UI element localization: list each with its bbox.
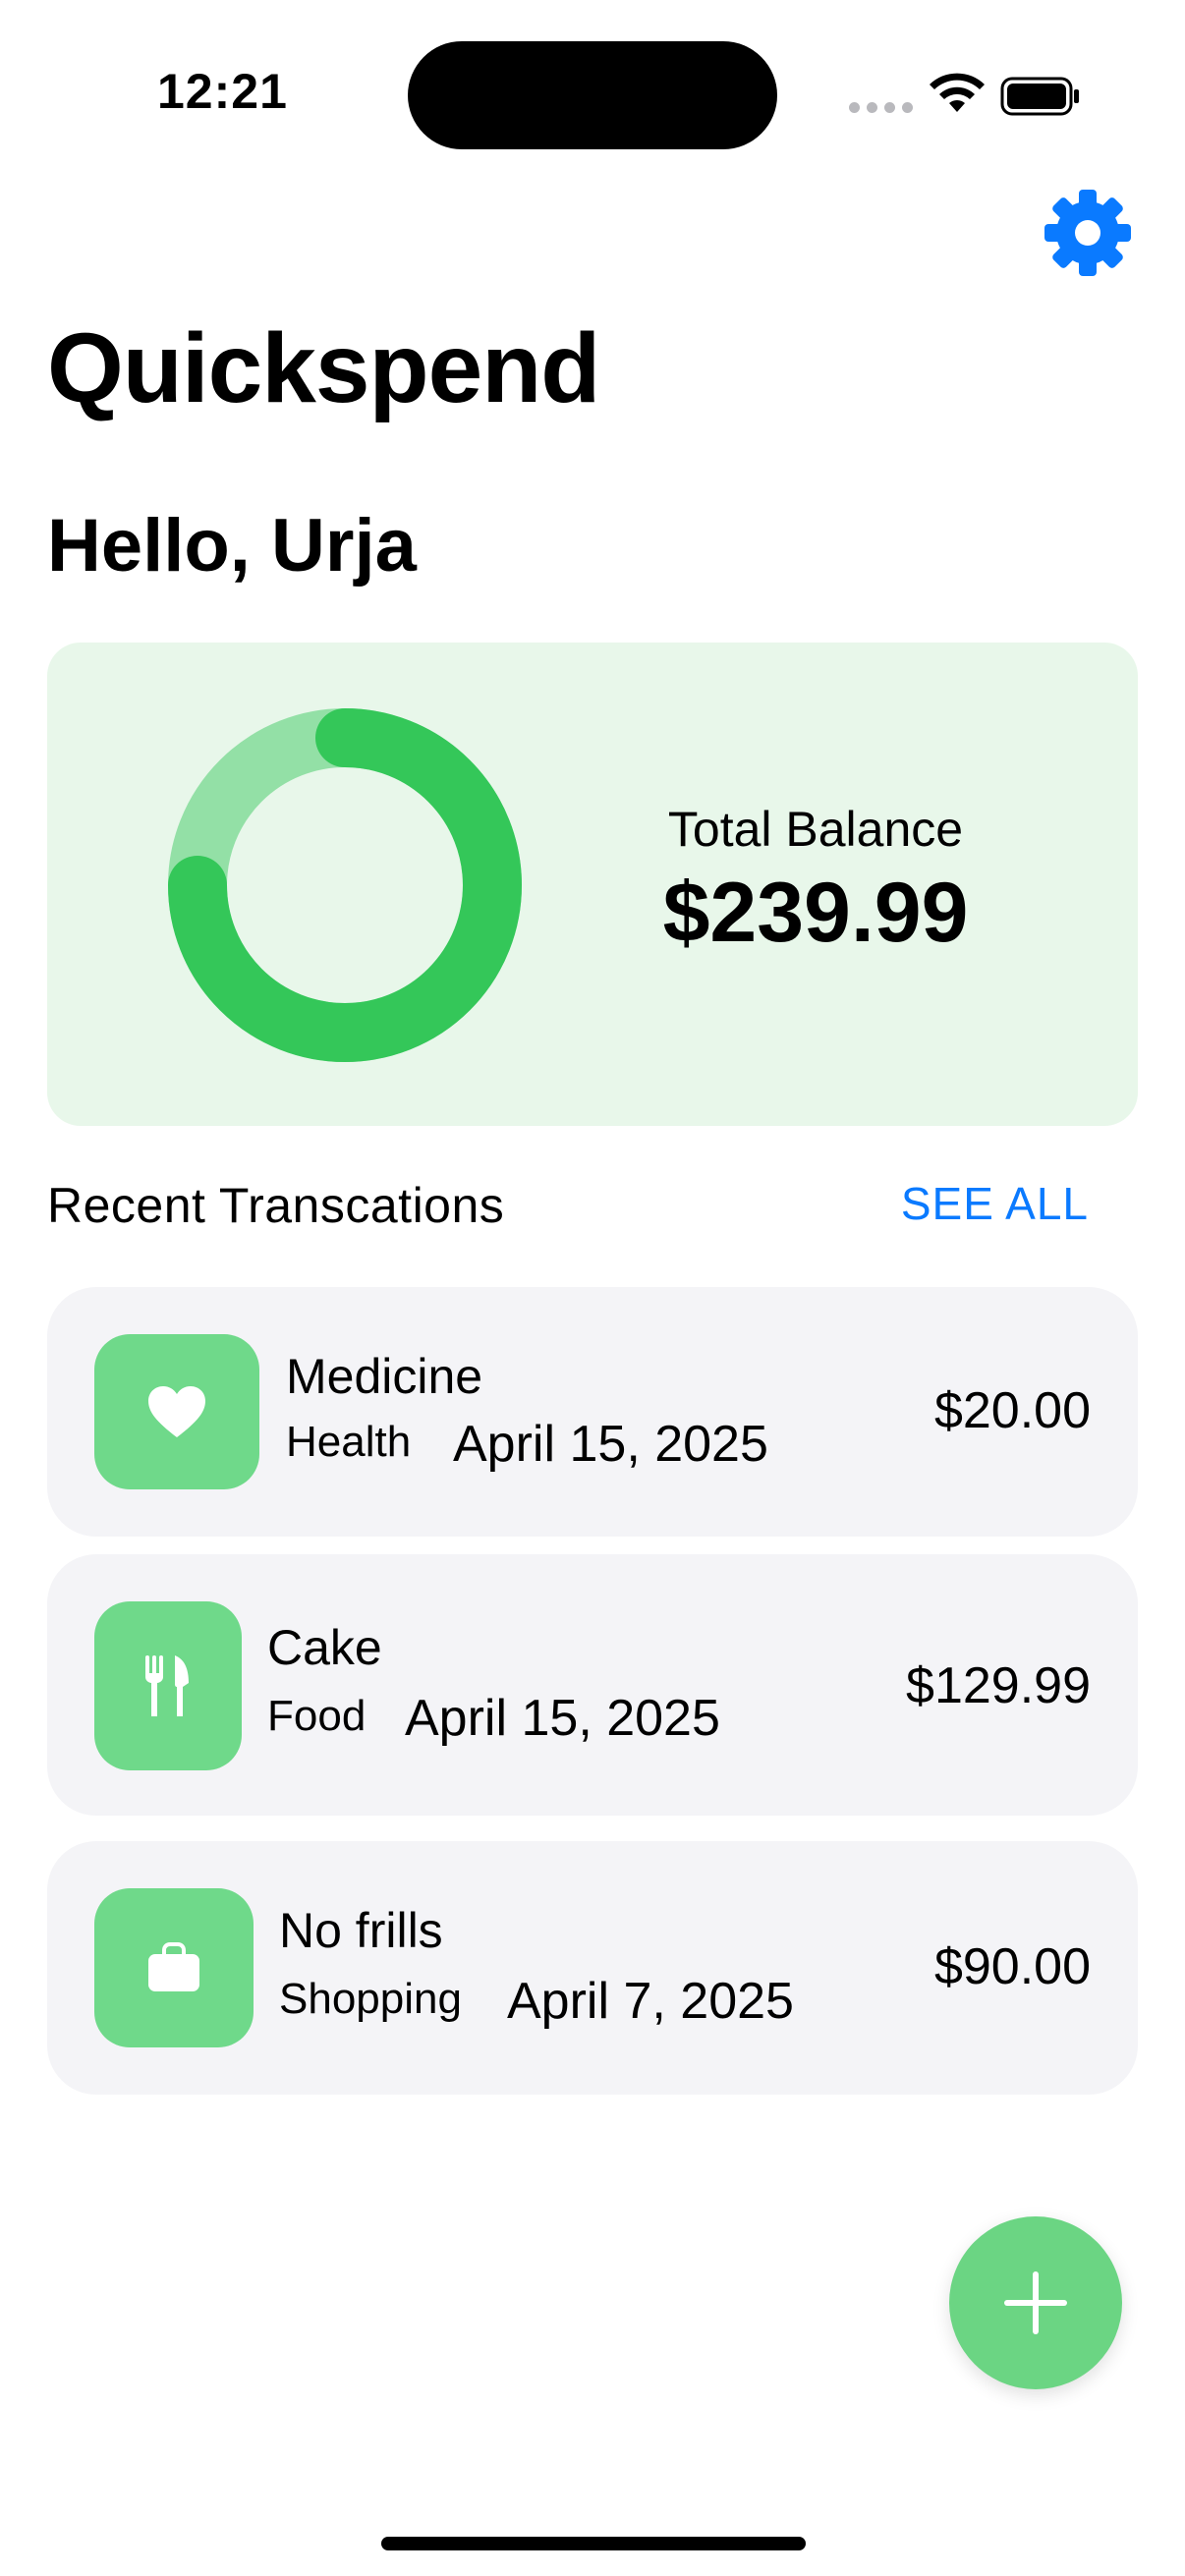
plus-icon: [1004, 2271, 1067, 2334]
status-time: 12:21: [157, 64, 288, 119]
transaction-row-cake[interactable]: Cake Food April 15, 2025 $129.99: [47, 1554, 1138, 1816]
transaction-amount: $90.00: [933, 1938, 1091, 1995]
transaction-date: April 15, 2025: [453, 1416, 768, 1473]
dynamic-island: [408, 41, 777, 149]
transaction-date: April 15, 2025: [405, 1690, 720, 1747]
see-all-link[interactable]: SEE ALL: [884, 1177, 1089, 1230]
transaction-row-medicine[interactable]: Medicine Health April 15, 2025 $20.00: [47, 1287, 1138, 1537]
add-transaction-button[interactable]: [949, 2216, 1122, 2389]
shopping-bag-icon: [94, 1888, 254, 2047]
heart-icon: [94, 1334, 259, 1489]
transaction-name: No frills: [279, 1903, 443, 1958]
fork-knife-icon: [94, 1601, 242, 1770]
transaction-amount: $129.99: [906, 1657, 1091, 1714]
cellular-signal-icon: [849, 102, 913, 113]
battery-icon: [1000, 77, 1079, 116]
transaction-category: Food: [267, 1692, 367, 1740]
gear-icon[interactable]: [1044, 189, 1132, 277]
recent-transactions-title: Recent Transcations: [47, 1178, 505, 1233]
transaction-category: Health: [286, 1418, 412, 1466]
home-indicator: [381, 2537, 806, 2550]
app-title: Quickspend: [47, 313, 600, 423]
transaction-amount: $20.00: [933, 1382, 1091, 1439]
greeting: Hello, Urja: [47, 504, 417, 588]
balance-label: Total Balance: [667, 802, 964, 857]
transaction-name: Cake: [267, 1620, 382, 1675]
wifi-icon: [930, 73, 985, 112]
transaction-row-no-frills[interactable]: No frills Shopping April 7, 2025 $90.00: [47, 1841, 1138, 2095]
balance-donut-chart: [168, 708, 522, 1062]
transaction-name: Medicine: [286, 1349, 483, 1404]
transaction-date: April 7, 2025: [507, 1973, 794, 2030]
transaction-category: Shopping: [279, 1975, 462, 2023]
balance-amount: $239.99: [662, 866, 969, 960]
